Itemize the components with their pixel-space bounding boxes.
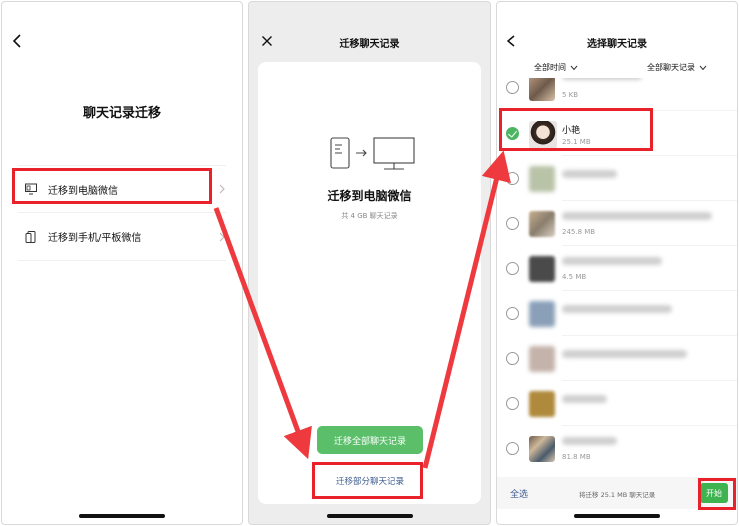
option-migrate-to-phone[interactable]: 迁移到手机/平板微信 — [18, 213, 226, 261]
blurred-name — [562, 437, 617, 445]
select-radio[interactable] — [506, 397, 519, 410]
selection-summary: 将迁移 25.1 MB 聊天记录 — [579, 491, 656, 499]
avatar — [529, 346, 555, 372]
chevron-down-icon — [699, 65, 707, 70]
blurred-name — [562, 257, 662, 265]
blurred-name — [562, 170, 617, 178]
chat-size: 5 KB — [562, 91, 579, 99]
chat-filter-label: 全部聊天记录 — [647, 63, 695, 72]
avatar — [529, 301, 555, 327]
select-radio[interactable] — [506, 217, 519, 230]
avatar — [529, 256, 555, 282]
chevron-right-icon — [219, 184, 225, 194]
time-filter-dropdown[interactable]: 全部时间 — [534, 62, 578, 73]
blurred-name — [562, 395, 607, 403]
select-all-button[interactable]: 全选 — [510, 487, 528, 500]
list-item[interactable] — [497, 156, 737, 201]
option-label: 迁移到手机/平板微信 — [48, 233, 142, 244]
page-title: 聊天记录迁移 — [82, 106, 161, 121]
chevron-right-icon — [219, 232, 225, 241]
list-item[interactable]: 4.5 MB — [497, 246, 737, 291]
list-item[interactable] — [497, 291, 737, 336]
phone-icon — [25, 230, 36, 243]
page-title: 选择聊天记录 — [587, 39, 647, 50]
select-radio[interactable] — [506, 307, 519, 320]
time-filter-label: 全部时间 — [534, 63, 566, 72]
select-radio[interactable] — [506, 81, 519, 94]
home-indicator — [326, 514, 413, 518]
highlight-start-button — [698, 478, 736, 510]
list-item[interactable]: 81.8 MB — [497, 426, 737, 471]
tutorial-composite: 聊天记录迁移 迁移到电脑微信 迁移到手机/平板微信 迁移聊天记录 迁移到电脑微信 — [0, 0, 739, 526]
avatar — [529, 211, 555, 237]
list-item[interactable]: 245.8 MB — [497, 201, 737, 246]
highlight-migrate-to-pc — [12, 168, 212, 204]
page-title: 迁移聊天记录 — [339, 39, 400, 50]
back-chevron-icon[interactable] — [10, 33, 24, 49]
highlight-selected-chat — [499, 108, 653, 151]
phone-to-computer-icon — [330, 137, 415, 170]
list-item[interactable] — [497, 381, 737, 426]
blurred-name — [562, 350, 687, 358]
select-radio[interactable] — [506, 352, 519, 365]
list-item[interactable]: 5 KB — [497, 78, 737, 111]
migration-card: 迁移到电脑微信 共 4 GB 聊天记录 迁移全部聊天记录 迁移部分聊天记录 — [258, 62, 481, 504]
blurred-name — [562, 212, 712, 220]
avatar — [529, 436, 555, 462]
chat-size: 81.8 MB — [562, 453, 591, 461]
avatar — [529, 166, 555, 192]
avatar — [529, 391, 555, 417]
select-radio[interactable] — [506, 442, 519, 455]
chat-size: 245.8 MB — [562, 228, 596, 236]
screen-migrate-chats: 迁移聊天记录 迁移到电脑微信 共 4 GB 聊天记录 迁移全部聊天记录 迁移部分… — [248, 1, 491, 525]
chat-size: 4.5 MB — [562, 273, 587, 281]
screen-select-chats: 选择聊天记录 全部时间 全部聊天记录 5 KB 小艳 25.1 MB 245.8… — [496, 1, 738, 525]
highlight-migrate-partial — [312, 462, 423, 499]
total-size-text: 共 4 GB 聊天记录 — [341, 212, 398, 220]
screen-chat-migration: 聊天记录迁移 迁移到电脑微信 迁移到手机/平板微信 — [1, 1, 243, 525]
home-indicator — [574, 514, 660, 518]
select-radio[interactable] — [506, 172, 519, 185]
blurred-name — [562, 78, 642, 80]
chat-filter-dropdown[interactable]: 全部聊天记录 — [647, 62, 707, 73]
blurred-name — [562, 305, 672, 313]
filter-bar: 全部时间 全部聊天记录 — [497, 59, 737, 79]
list-item[interactable] — [497, 336, 737, 381]
select-radio[interactable] — [506, 262, 519, 275]
card-title: 迁移到电脑微信 — [327, 189, 412, 203]
avatar — [529, 78, 555, 101]
migrate-all-button[interactable]: 迁移全部聊天记录 — [317, 426, 423, 454]
chevron-down-icon — [570, 65, 578, 70]
home-indicator — [79, 514, 165, 518]
